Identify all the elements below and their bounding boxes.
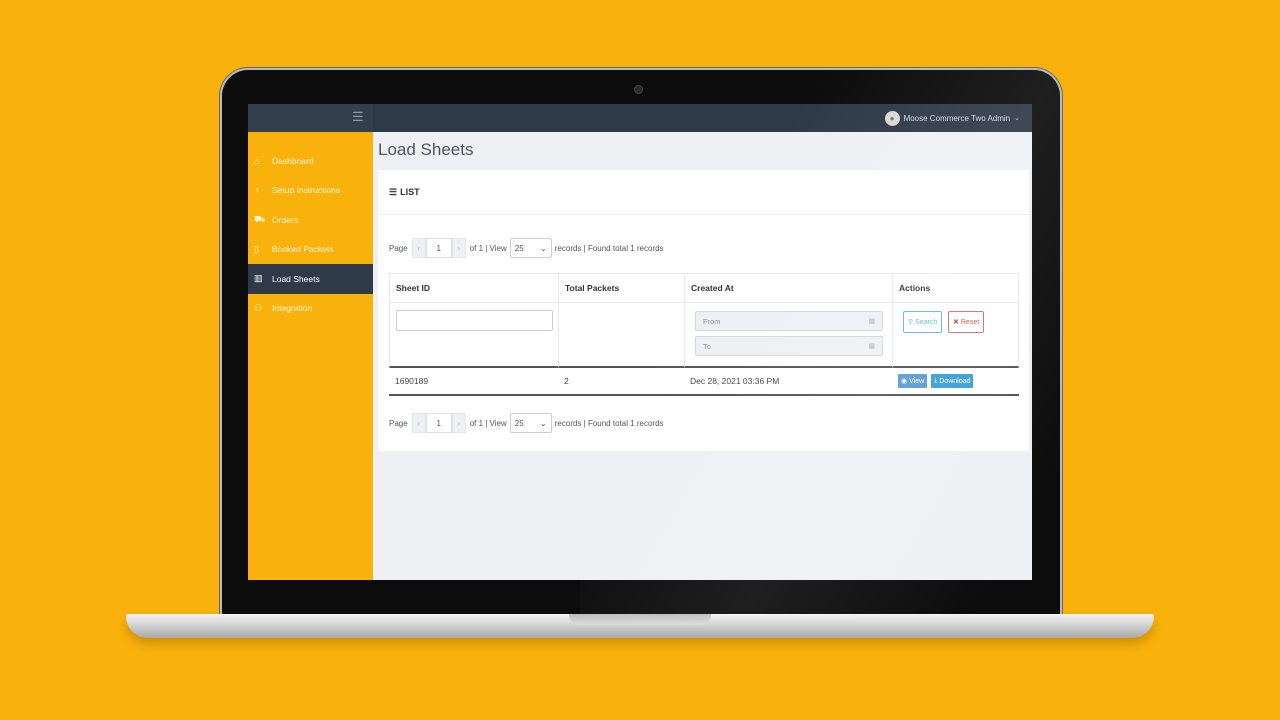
reset-button[interactable]: ✖ Reset bbox=[948, 311, 985, 333]
page-title: Load Sheets bbox=[378, 140, 474, 159]
clipboard-icon: ▯ bbox=[254, 243, 259, 254]
column-header: Sheet ID bbox=[389, 273, 558, 303]
page-of-text: of 1 | View bbox=[469, 418, 507, 428]
calendar-icon: ▦ bbox=[868, 318, 875, 325]
home-icon: ⌂ bbox=[254, 155, 260, 166]
sidebar-item-booked-packets[interactable]: ▯ Booked Packets bbox=[248, 235, 373, 265]
reset-label: Reset bbox=[960, 318, 980, 326]
brand-area: ☰ bbox=[248, 104, 373, 132]
created-at-filter-cell: From ▦ To ▦ bbox=[684, 303, 892, 368]
user-menu[interactable]: ● Moose Commerce Two Admin ⌄ bbox=[884, 108, 1020, 128]
user-name: Moose Commerce Two Admin bbox=[903, 113, 1011, 123]
search-label: Search bbox=[915, 318, 938, 326]
laptop-base bbox=[126, 614, 1154, 638]
total-packets-cell: 2 bbox=[558, 368, 684, 396]
sidebar-item-label: Booked Packets bbox=[272, 244, 334, 255]
filter-row: From ▦ To ▦ ⚲ Search ✖ Reset bbox=[389, 303, 1019, 368]
laptop-notch bbox=[569, 614, 711, 625]
sidebar-item-integration[interactable]: ⚇ Integration bbox=[248, 294, 373, 324]
actions-filter-cell: ⚲ Search ✖ Reset bbox=[892, 303, 1019, 368]
sidebar-item-label: Orders bbox=[272, 214, 298, 225]
total-packets-filter-cell bbox=[558, 303, 684, 368]
per-page-value: 25 bbox=[514, 418, 524, 428]
view-button[interactable]: ◉ View bbox=[898, 374, 928, 388]
to-date-input[interactable]: To ▦ bbox=[695, 336, 883, 356]
page-label: Page bbox=[389, 418, 408, 428]
list-icon: ☰ bbox=[389, 186, 398, 197]
close-icon: ✖ bbox=[953, 319, 959, 326]
records-text: records | Found total 1 records bbox=[554, 243, 664, 253]
per-page-select[interactable]: 25 ⌄ bbox=[509, 413, 552, 433]
page-number-input[interactable] bbox=[425, 238, 452, 258]
sidebar-item-label: Load Sheets bbox=[272, 273, 320, 284]
from-placeholder: From bbox=[703, 316, 721, 326]
table-header-row: Sheet ID Total Packets Created At Action… bbox=[389, 273, 1019, 303]
column-header: Actions bbox=[892, 273, 1019, 303]
sidebar-item-label: Dashboard bbox=[272, 155, 314, 166]
sidebar-item-dashboard[interactable]: ⌂ Dashboard bbox=[248, 146, 373, 176]
chevron-down-icon: ⌄ bbox=[540, 418, 547, 428]
records-text: records | Found total 1 records bbox=[554, 418, 664, 428]
to-placeholder: To bbox=[703, 341, 711, 351]
list-card: ☰ LIST Page ‹ › of 1 | View 25 ⌄ records… bbox=[378, 170, 1029, 451]
eye-icon: ◉ bbox=[901, 378, 908, 385]
search-button[interactable]: ⚲ Search bbox=[903, 311, 943, 333]
app-screen: ☰ ● Moose Commerce Two Admin ⌄ ⌂ Dashboa… bbox=[248, 104, 1032, 580]
sidebar-item-orders[interactable]: ⛟ Orders bbox=[248, 205, 373, 235]
hamburger-icon[interactable]: ☰ bbox=[352, 109, 364, 125]
webcam bbox=[635, 86, 642, 93]
plug-icon: ⚇ bbox=[254, 302, 263, 313]
sidebar-item-setup-instructions[interactable]: ♀ Setup Instructions bbox=[248, 176, 373, 206]
column-header: Total Packets bbox=[558, 273, 684, 303]
column-header: Created At bbox=[684, 273, 892, 303]
pager-top: Page ‹ › of 1 | View 25 ⌄ records | Foun… bbox=[389, 238, 664, 258]
search-icon: ⚲ bbox=[908, 319, 914, 326]
sidebar-item-label: Integration bbox=[272, 303, 313, 314]
sheet-id-cell: 1690189 bbox=[389, 368, 558, 396]
sidebar: ⌂ Dashboard ♀ Setup Instructions ⛟ Order… bbox=[248, 132, 373, 580]
chevron-down-icon: ⌄ bbox=[1014, 115, 1020, 122]
prev-page-button[interactable]: ‹ bbox=[411, 413, 426, 433]
top-bar: ☰ ● Moose Commerce Two Admin ⌄ bbox=[248, 104, 1032, 132]
created-at-cell: Dec 28, 2021 03:36 PM bbox=[684, 368, 892, 396]
calendar-icon: ▦ bbox=[868, 343, 875, 350]
cart-icon: ⛟ bbox=[254, 213, 266, 224]
bar-chart-icon: ▥ bbox=[254, 273, 263, 284]
avatar: ● bbox=[884, 110, 900, 126]
view-label: View bbox=[909, 377, 925, 385]
sidebar-item-load-sheets[interactable]: ▥ Load Sheets bbox=[248, 264, 373, 294]
load-sheets-table: Sheet ID Total Packets Created At Action… bbox=[389, 273, 1019, 396]
next-page-button[interactable]: › bbox=[451, 413, 466, 433]
per-page-value: 25 bbox=[514, 243, 524, 253]
card-title: LIST bbox=[400, 187, 420, 197]
actions-cell: ◉ View ⤓ Download bbox=[892, 368, 1019, 396]
chevron-down-icon: ⌄ bbox=[540, 243, 547, 253]
card-header: ☰ LIST bbox=[378, 170, 1029, 215]
table-row: 1690189 2 Dec 28, 2021 03:36 PM ◉ View ⤓… bbox=[389, 368, 1019, 396]
next-page-button[interactable]: › bbox=[451, 238, 466, 258]
sheet-id-filter-cell bbox=[389, 303, 558, 368]
lightbulb-icon: ♀ bbox=[254, 185, 261, 196]
prev-page-button[interactable]: ‹ bbox=[411, 238, 426, 258]
page-of-text: of 1 | View bbox=[469, 243, 507, 253]
pager-bottom: Page ‹ › of 1 | View 25 ⌄ records | Foun… bbox=[389, 413, 664, 433]
sidebar-item-label: Setup Instructions bbox=[272, 185, 341, 196]
sheet-id-filter-input[interactable] bbox=[396, 310, 553, 331]
per-page-select[interactable]: 25 ⌄ bbox=[509, 238, 552, 258]
download-label: Download bbox=[939, 377, 971, 385]
download-button[interactable]: ⤓ Download bbox=[931, 374, 974, 388]
from-date-input[interactable]: From ▦ bbox=[695, 311, 883, 331]
download-icon: ⤓ bbox=[934, 377, 938, 384]
page-label: Page bbox=[389, 243, 408, 253]
page-number-input[interactable] bbox=[425, 413, 452, 433]
main-content: Load Sheets ☰ LIST Page ‹ › of 1 | View … bbox=[373, 132, 1032, 580]
